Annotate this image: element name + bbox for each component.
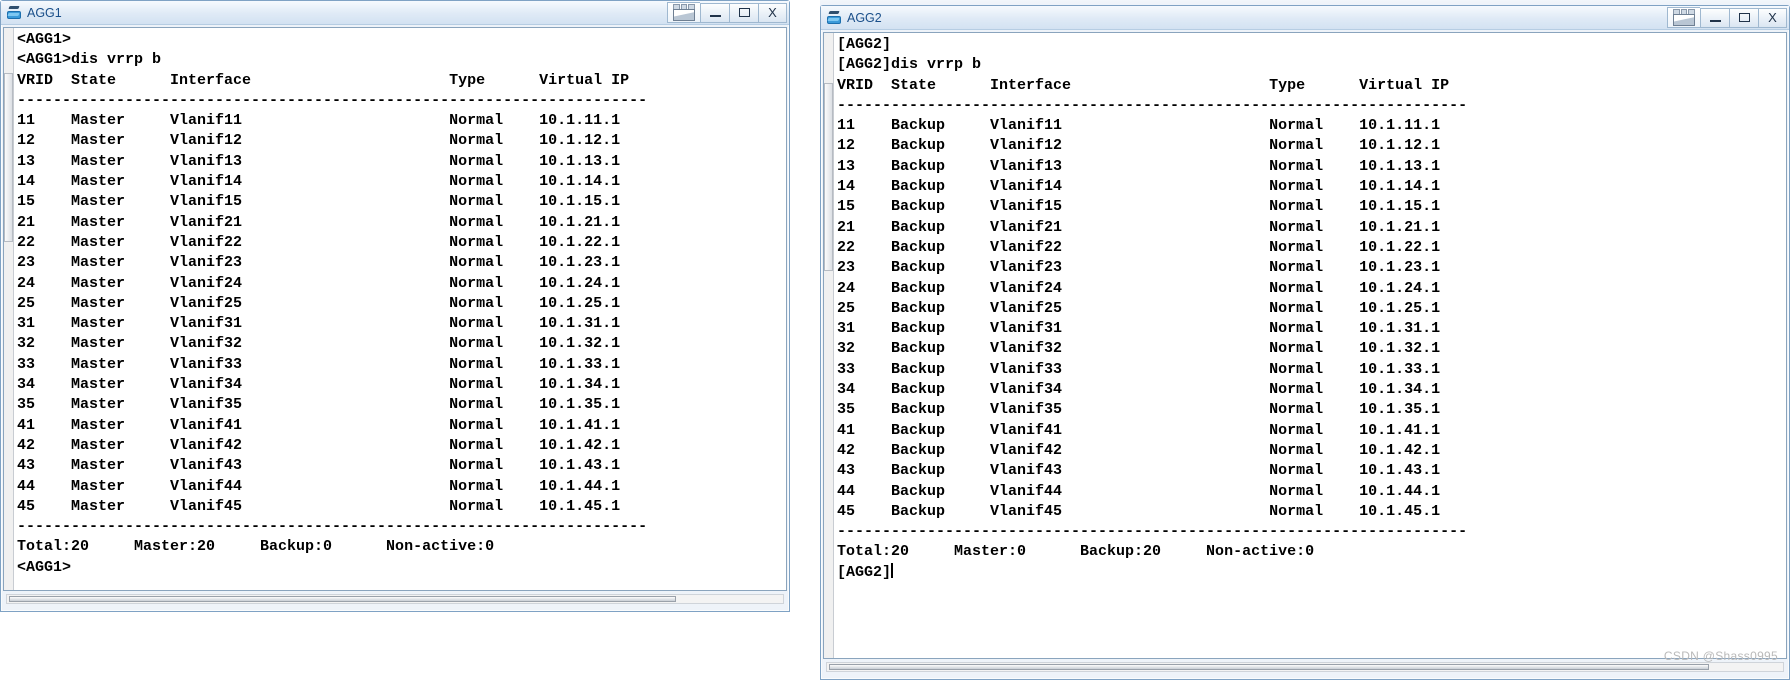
horizontal-scrollbar-agg2[interactable] [826,662,1784,672]
restore-icon [1673,9,1696,26]
restore-button-agg2[interactable] [1667,7,1700,28]
close-button-agg2[interactable]: X [1758,7,1787,28]
vertical-scrollbar-thumb[interactable] [4,72,13,242]
horizontal-scrollbar-thumb[interactable] [829,664,1709,670]
horizontal-scrollbar-wrap-agg2 [823,659,1787,677]
restore-button-agg1[interactable] [667,2,700,23]
minimize-icon [1709,19,1721,22]
cli-window-agg2[interactable]: AGG2 X [AGG2] [AGG2]dis vrrp b VRID Stat… [820,5,1790,680]
close-icon: X [768,5,777,20]
minimize-button-agg2[interactable] [1700,7,1729,28]
terminal-frame-agg2: [AGG2] [AGG2]dis vrrp b VRID State Inter… [823,32,1787,659]
titlebar-agg2[interactable]: AGG2 X [821,6,1789,30]
maximize-icon [738,8,750,17]
vertical-scrollbar-agg2[interactable] [824,33,834,658]
minimize-icon [709,14,721,17]
window-title-agg1: AGG1 [27,5,62,20]
ensp-device-icon [826,10,842,26]
vertical-scrollbar-thumb[interactable] [824,83,833,271]
ensp-device-icon [6,5,22,21]
horizontal-scrollbar-wrap-agg1 [3,591,787,609]
vertical-scrollbar-agg1[interactable] [4,28,14,590]
terminal-screen-agg2[interactable]: [AGG2] [AGG2]dis vrrp b VRID State Inter… [834,33,1786,658]
window-title-agg2: AGG2 [847,10,882,25]
minimize-button-agg1[interactable] [700,2,729,23]
maximize-icon [1738,13,1750,22]
window-buttons-agg1: X [667,2,787,23]
terminal-output-agg1: <AGG1> <AGG1>dis vrrp b VRID State Inter… [17,31,648,576]
close-button-agg1[interactable]: X [758,2,787,23]
maximize-button-agg1[interactable] [729,2,758,23]
cli-window-agg1[interactable]: AGG1 X <AGG1> <AGG1>dis vrrp b VRID Stat… [0,0,790,612]
terminal-frame-agg1: <AGG1> <AGG1>dis vrrp b VRID State Inter… [3,27,787,591]
maximize-button-agg2[interactable] [1729,7,1758,28]
horizontal-scrollbar-thumb[interactable] [9,596,677,602]
terminal-output-agg2: [AGG2] [AGG2]dis vrrp b VRID State Inter… [837,36,1468,581]
close-icon: X [1768,10,1777,25]
horizontal-scrollbar-agg1[interactable] [6,594,784,604]
text-cursor [891,562,894,578]
terminal-prompt: <AGG1> [17,558,72,576]
terminal-prompt: [AGG2] [837,563,892,581]
restore-icon [673,4,696,21]
window-buttons-agg2: X [1667,7,1787,28]
terminal-area-agg1: <AGG1> <AGG1>dis vrrp b VRID State Inter… [1,25,789,611]
titlebar-agg1[interactable]: AGG1 X [1,1,789,25]
terminal-screen-agg1[interactable]: <AGG1> <AGG1>dis vrrp b VRID State Inter… [14,28,786,590]
terminal-area-agg2: [AGG2] [AGG2]dis vrrp b VRID State Inter… [821,30,1789,679]
